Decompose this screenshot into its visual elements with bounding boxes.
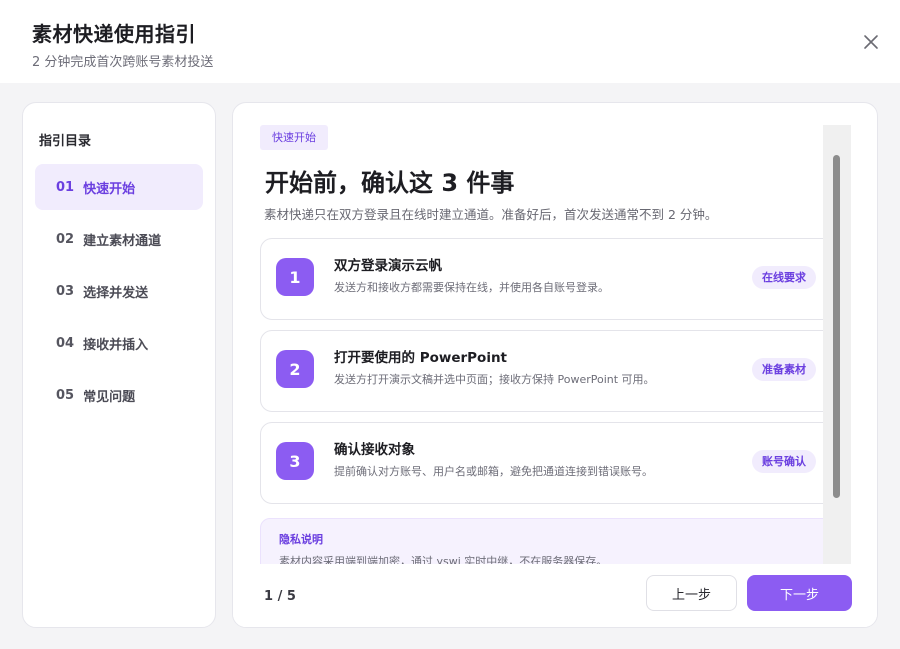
guide-sidebar: 指引目录 01 快速开始 02 建立素材通道 03 选择并发送 04 接收并插入… — [22, 102, 216, 628]
sidebar-nav: 01 快速开始 02 建立素材通道 03 选择并发送 04 接收并插入 05 常… — [35, 164, 203, 424]
scrollbar-thumb[interactable] — [833, 155, 840, 498]
nav-item-label: 快速开始 — [83, 181, 136, 197]
sidebar-item-receive-insert[interactable]: 04 接收并插入 — [35, 320, 203, 366]
sidebar-item-quick-start[interactable]: 01 快速开始 — [35, 164, 203, 210]
step-card: 2 打开要使用的 PowerPoint 发送方打开演示文稿并选中页面；接收方保持… — [260, 330, 823, 412]
scrollbar-track[interactable] — [823, 125, 851, 564]
step-title: 双方登录演示云帆 — [334, 258, 442, 274]
nav-item-number: 05 — [56, 387, 75, 403]
guide-content-panel: 快速开始 开始前，确认这 3 件事 素材快递只在双方登录且在线时建立通道。准备好… — [232, 102, 878, 628]
page-indicator: 1 / 5 — [264, 589, 296, 604]
step-description: 发送方打开演示文稿并选中页面；接收方保持 PowerPoint 可用。 — [334, 373, 655, 386]
step-title: 确认接收对象 — [334, 442, 415, 458]
nav-item-number: 01 — [56, 179, 75, 195]
step-card: 3 确认接收对象 提前确认对方账号、用户名或邮箱，避免把通道连接到错误账号。 账… — [260, 422, 823, 504]
step-number: 2 — [276, 350, 314, 388]
section-tag: 快速开始 — [260, 125, 328, 150]
previous-button[interactable]: 上一步 — [646, 575, 737, 611]
sidebar-item-faq[interactable]: 05 常见问题 — [35, 372, 203, 418]
content-scroll-area[interactable]: 快速开始 开始前，确认这 3 件事 素材快递只在双方登录且在线时建立通道。准备好… — [233, 103, 823, 564]
nav-item-number: 02 — [56, 231, 75, 247]
section-description: 素材快递只在双方登录且在线时建立通道。准备好后，首次发送通常不到 2 分钟。 — [264, 207, 718, 222]
privacy-title: 隐私说明 — [279, 533, 323, 546]
nav-item-label: 选择并发送 — [83, 285, 149, 301]
sidebar-title: 指引目录 — [39, 134, 92, 149]
privacy-note: 隐私说明 素材内容采用端到端加密，通过 yswi 实时中继，不在服务器保存。 — [260, 518, 823, 564]
step-number: 3 — [276, 442, 314, 480]
dialog-footer: 1 / 5 上一步 下一步 — [233, 564, 877, 627]
step-badge: 准备素材 — [752, 358, 816, 381]
nav-item-label: 常见问题 — [83, 389, 136, 405]
close-icon — [864, 35, 878, 49]
sidebar-item-build-channel[interactable]: 02 建立素材通道 — [35, 216, 203, 262]
privacy-text: 素材内容采用端到端加密，通过 yswi 实时中继，不在服务器保存。 — [279, 555, 608, 564]
dialog-subtitle: 2 分钟完成首次跨账号素材投送 — [32, 55, 214, 70]
nav-item-label: 接收并插入 — [83, 337, 149, 353]
sidebar-item-select-send[interactable]: 03 选择并发送 — [35, 268, 203, 314]
dialog-header: 素材快递使用指引 2 分钟完成首次跨账号素材投送 — [0, 0, 900, 83]
step-card: 1 双方登录演示云帆 发送方和接收方都需要保持在线，并使用各自账号登录。 在线要… — [260, 238, 823, 320]
nav-item-number: 03 — [56, 283, 75, 299]
close-button[interactable] — [858, 29, 884, 55]
step-badge: 在线要求 — [752, 266, 816, 289]
next-button[interactable]: 下一步 — [747, 575, 852, 611]
step-title: 打开要使用的 PowerPoint — [334, 350, 508, 366]
section-heading: 开始前，确认这 3 件事 — [265, 169, 515, 197]
nav-item-label: 建立素材通道 — [83, 233, 162, 249]
dialog-title: 素材快递使用指引 — [32, 22, 196, 46]
step-number: 1 — [276, 258, 314, 296]
step-badge: 账号确认 — [752, 450, 816, 473]
nav-item-number: 04 — [56, 335, 75, 351]
step-description: 发送方和接收方都需要保持在线，并使用各自账号登录。 — [334, 281, 609, 294]
step-description: 提前确认对方账号、用户名或邮箱，避免把通道连接到错误账号。 — [334, 465, 653, 478]
